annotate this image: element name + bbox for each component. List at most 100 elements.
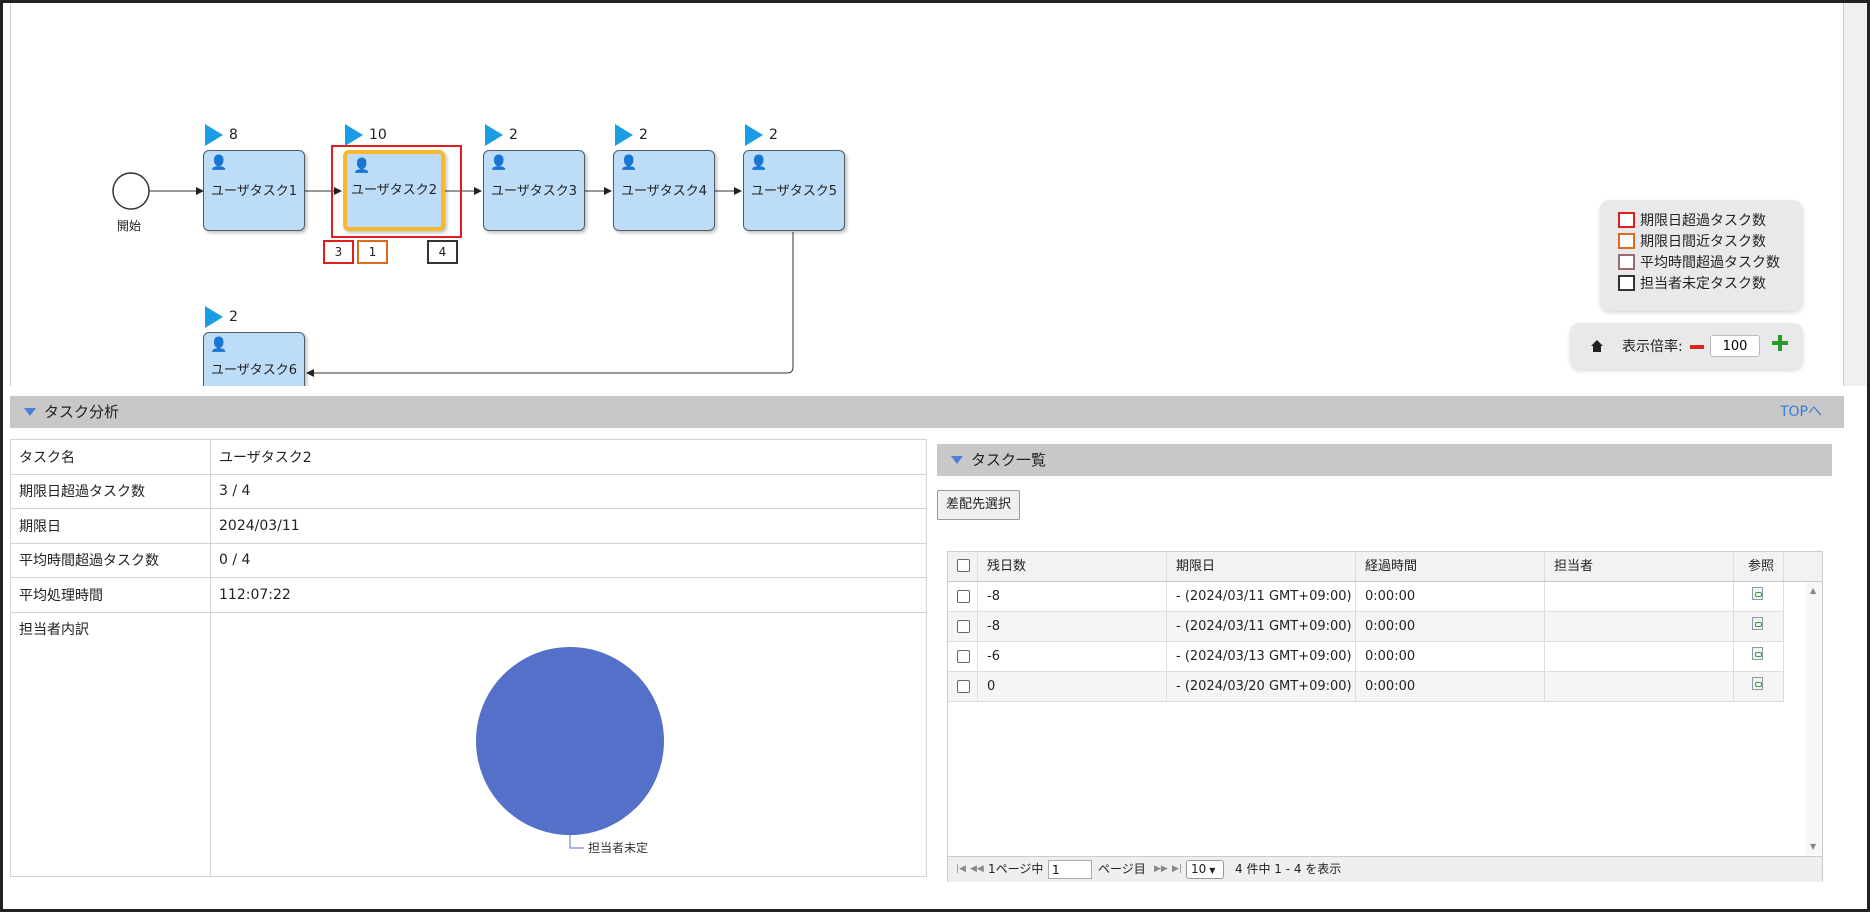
cell-days: -8: [978, 612, 1167, 641]
cell-elapsed: 0:00:00: [1356, 642, 1545, 671]
user-icon: 👤: [620, 155, 638, 171]
row-checkbox[interactable]: [948, 582, 978, 611]
scrollbar-track[interactable]: [1844, 3, 1867, 386]
task-node-2[interactable]: 👤 ユーザタスク2: [343, 150, 445, 231]
zoom-label: 表示倍率:: [1622, 339, 1683, 355]
prev-page-icon[interactable]: ◀◀: [970, 857, 984, 882]
info-key: タスク名: [10, 439, 211, 475]
task-label: ユーザタスク4: [620, 184, 707, 199]
table-row[interactable]: 0 - (2024/03/20 GMT+09:00) 0:00:00: [948, 672, 1784, 702]
collapse-icon[interactable]: [24, 408, 36, 416]
collapse-icon[interactable]: [951, 456, 963, 464]
legend-item-avg: 平均時間超過タスク数: [1618, 254, 1780, 272]
pie-slice: [476, 646, 664, 835]
swatch-icon: [1618, 212, 1635, 228]
task-node-4[interactable]: 👤 ユーザタスク4: [613, 150, 715, 231]
task-label: ユーザタスク2: [350, 183, 437, 198]
row-checkbox[interactable]: [948, 612, 978, 641]
cell-elapsed: 0:00:00: [1356, 672, 1545, 701]
task-label: ユーザタスク6: [210, 363, 297, 378]
task-node-1[interactable]: 👤 ユーザタスク1: [203, 150, 305, 231]
info-value: 2024/03/11: [210, 508, 927, 544]
legend-item-unassigned: 担当者未定タスク数: [1618, 275, 1766, 293]
task-count: 2: [769, 127, 778, 143]
task-count: 8: [229, 127, 238, 143]
row-checkbox[interactable]: [948, 642, 978, 671]
start-event[interactable]: [112, 172, 150, 210]
flag-icon: [205, 124, 223, 146]
task-count: 10: [369, 127, 387, 143]
select-all-checkbox[interactable]: [948, 552, 978, 581]
page-size-select[interactable]: 10 ▼: [1186, 860, 1224, 879]
col-assignee[interactable]: 担当者: [1545, 552, 1734, 581]
flag-icon: [205, 306, 223, 328]
task-count: 2: [639, 127, 648, 143]
info-value: 112:07:22: [210, 577, 927, 613]
minus-icon[interactable]: [1690, 345, 1704, 349]
task-list-header[interactable]: タスク一覧: [937, 444, 1832, 476]
info-row: 期限日 2024/03/11: [10, 508, 927, 544]
swatch-icon: [1618, 254, 1635, 270]
assign-select-button[interactable]: 差配先選択: [937, 490, 1020, 520]
flag-icon: [485, 124, 503, 146]
grid-scrollbar[interactable]: ▲ ▼: [1806, 582, 1822, 855]
first-page-icon[interactable]: |◀: [956, 857, 966, 882]
last-page-icon[interactable]: ▶|: [1172, 857, 1182, 882]
table-row[interactable]: -8 - (2024/03/11 GMT+09:00) 0:00:00: [948, 582, 1784, 612]
task-info-table: タスク名 ユーザタスク2 期限日超過タスク数 3 / 4 期限日 2024/03/11…: [10, 439, 927, 877]
scroll-down-icon[interactable]: ▼: [1810, 842, 1816, 851]
user-icon: 👤: [750, 155, 768, 171]
col-days[interactable]: 残日数: [978, 552, 1167, 581]
cell-elapsed: 0:00:00: [1356, 612, 1545, 641]
reference-icon[interactable]: [1734, 582, 1784, 611]
next-page-icon[interactable]: ▶▶: [1154, 857, 1168, 882]
process-diagram[interactable]: 開始 8 👤 ユーザタスク1 10 👤 ユーザタスク2 3 1 4 2 👤 ユー…: [10, 3, 1844, 386]
scroll-up-icon[interactable]: ▲: [1810, 586, 1816, 595]
info-key: 担当者内訳: [10, 611, 211, 877]
chevron-down-icon: ▼: [1209, 866, 1216, 875]
info-row: 担当者内訳 担当者未定: [10, 611, 927, 877]
page-summary: 4 件中 1 - 4 を表示: [1235, 862, 1342, 876]
row-checkbox[interactable]: [948, 672, 978, 701]
table-row[interactable]: -6 - (2024/03/13 GMT+09:00) 0:00:00: [948, 642, 1784, 672]
zoom-input[interactable]: [1710, 335, 1760, 357]
info-row: 平均時間超過タスク数 0 / 4: [10, 542, 927, 578]
top-link[interactable]: TOPへ: [1780, 396, 1822, 428]
assignee-pie-chart: 担当者未定: [476, 646, 664, 855]
reference-icon[interactable]: [1734, 612, 1784, 641]
legend: 期限日超過タスク数 期限日間近タスク数 平均時間超過タスク数 担当者未定タスク数: [1600, 200, 1803, 311]
col-due[interactable]: 期限日: [1167, 552, 1356, 581]
overdue-badge: 3: [323, 240, 354, 264]
page-input[interactable]: [1048, 860, 1092, 879]
legend-item-overdue: 期限日超過タスク数: [1618, 212, 1766, 230]
info-key: 期限日: [10, 508, 211, 544]
home-icon[interactable]: [1590, 339, 1604, 353]
cell-assignee: [1545, 612, 1734, 641]
legend-item-near: 期限日間近タスク数: [1618, 233, 1766, 251]
task-label: ユーザタスク5: [750, 184, 837, 199]
cell-days: -6: [978, 642, 1167, 671]
pie-chart-cell: 担当者未定: [210, 611, 927, 877]
cell-due: - (2024/03/13 GMT+09:00): [1167, 642, 1356, 671]
start-label: 開始: [117, 219, 142, 233]
task-node-3[interactable]: 👤 ユーザタスク3: [483, 150, 585, 231]
task-count: 2: [229, 309, 238, 325]
swatch-icon: [1618, 275, 1635, 291]
reference-icon[interactable]: [1734, 642, 1784, 671]
info-row: 平均処理時間 112:07:22: [10, 577, 927, 613]
col-elapsed[interactable]: 経過時間: [1356, 552, 1545, 581]
col-ref: 参照: [1734, 552, 1784, 581]
cell-due: - (2024/03/20 GMT+09:00): [1167, 672, 1356, 701]
task-node-6[interactable]: 👤 ユーザタスク6: [203, 332, 305, 386]
table-row[interactable]: -8 - (2024/03/11 GMT+09:00) 0:00:00: [948, 612, 1784, 642]
page-suffix: ページ目: [1098, 862, 1146, 876]
plus-icon[interactable]: [1772, 335, 1788, 351]
task-count: 2: [509, 127, 518, 143]
unassigned-badge: 4: [427, 240, 458, 264]
info-key: 平均処理時間: [10, 577, 211, 613]
reference-icon[interactable]: [1734, 672, 1784, 701]
analysis-section-header[interactable]: タスク分析 TOPへ: [10, 396, 1844, 428]
pie-leader-line: [569, 834, 584, 848]
flag-icon: [745, 124, 763, 146]
task-node-5[interactable]: 👤 ユーザタスク5: [743, 150, 845, 231]
